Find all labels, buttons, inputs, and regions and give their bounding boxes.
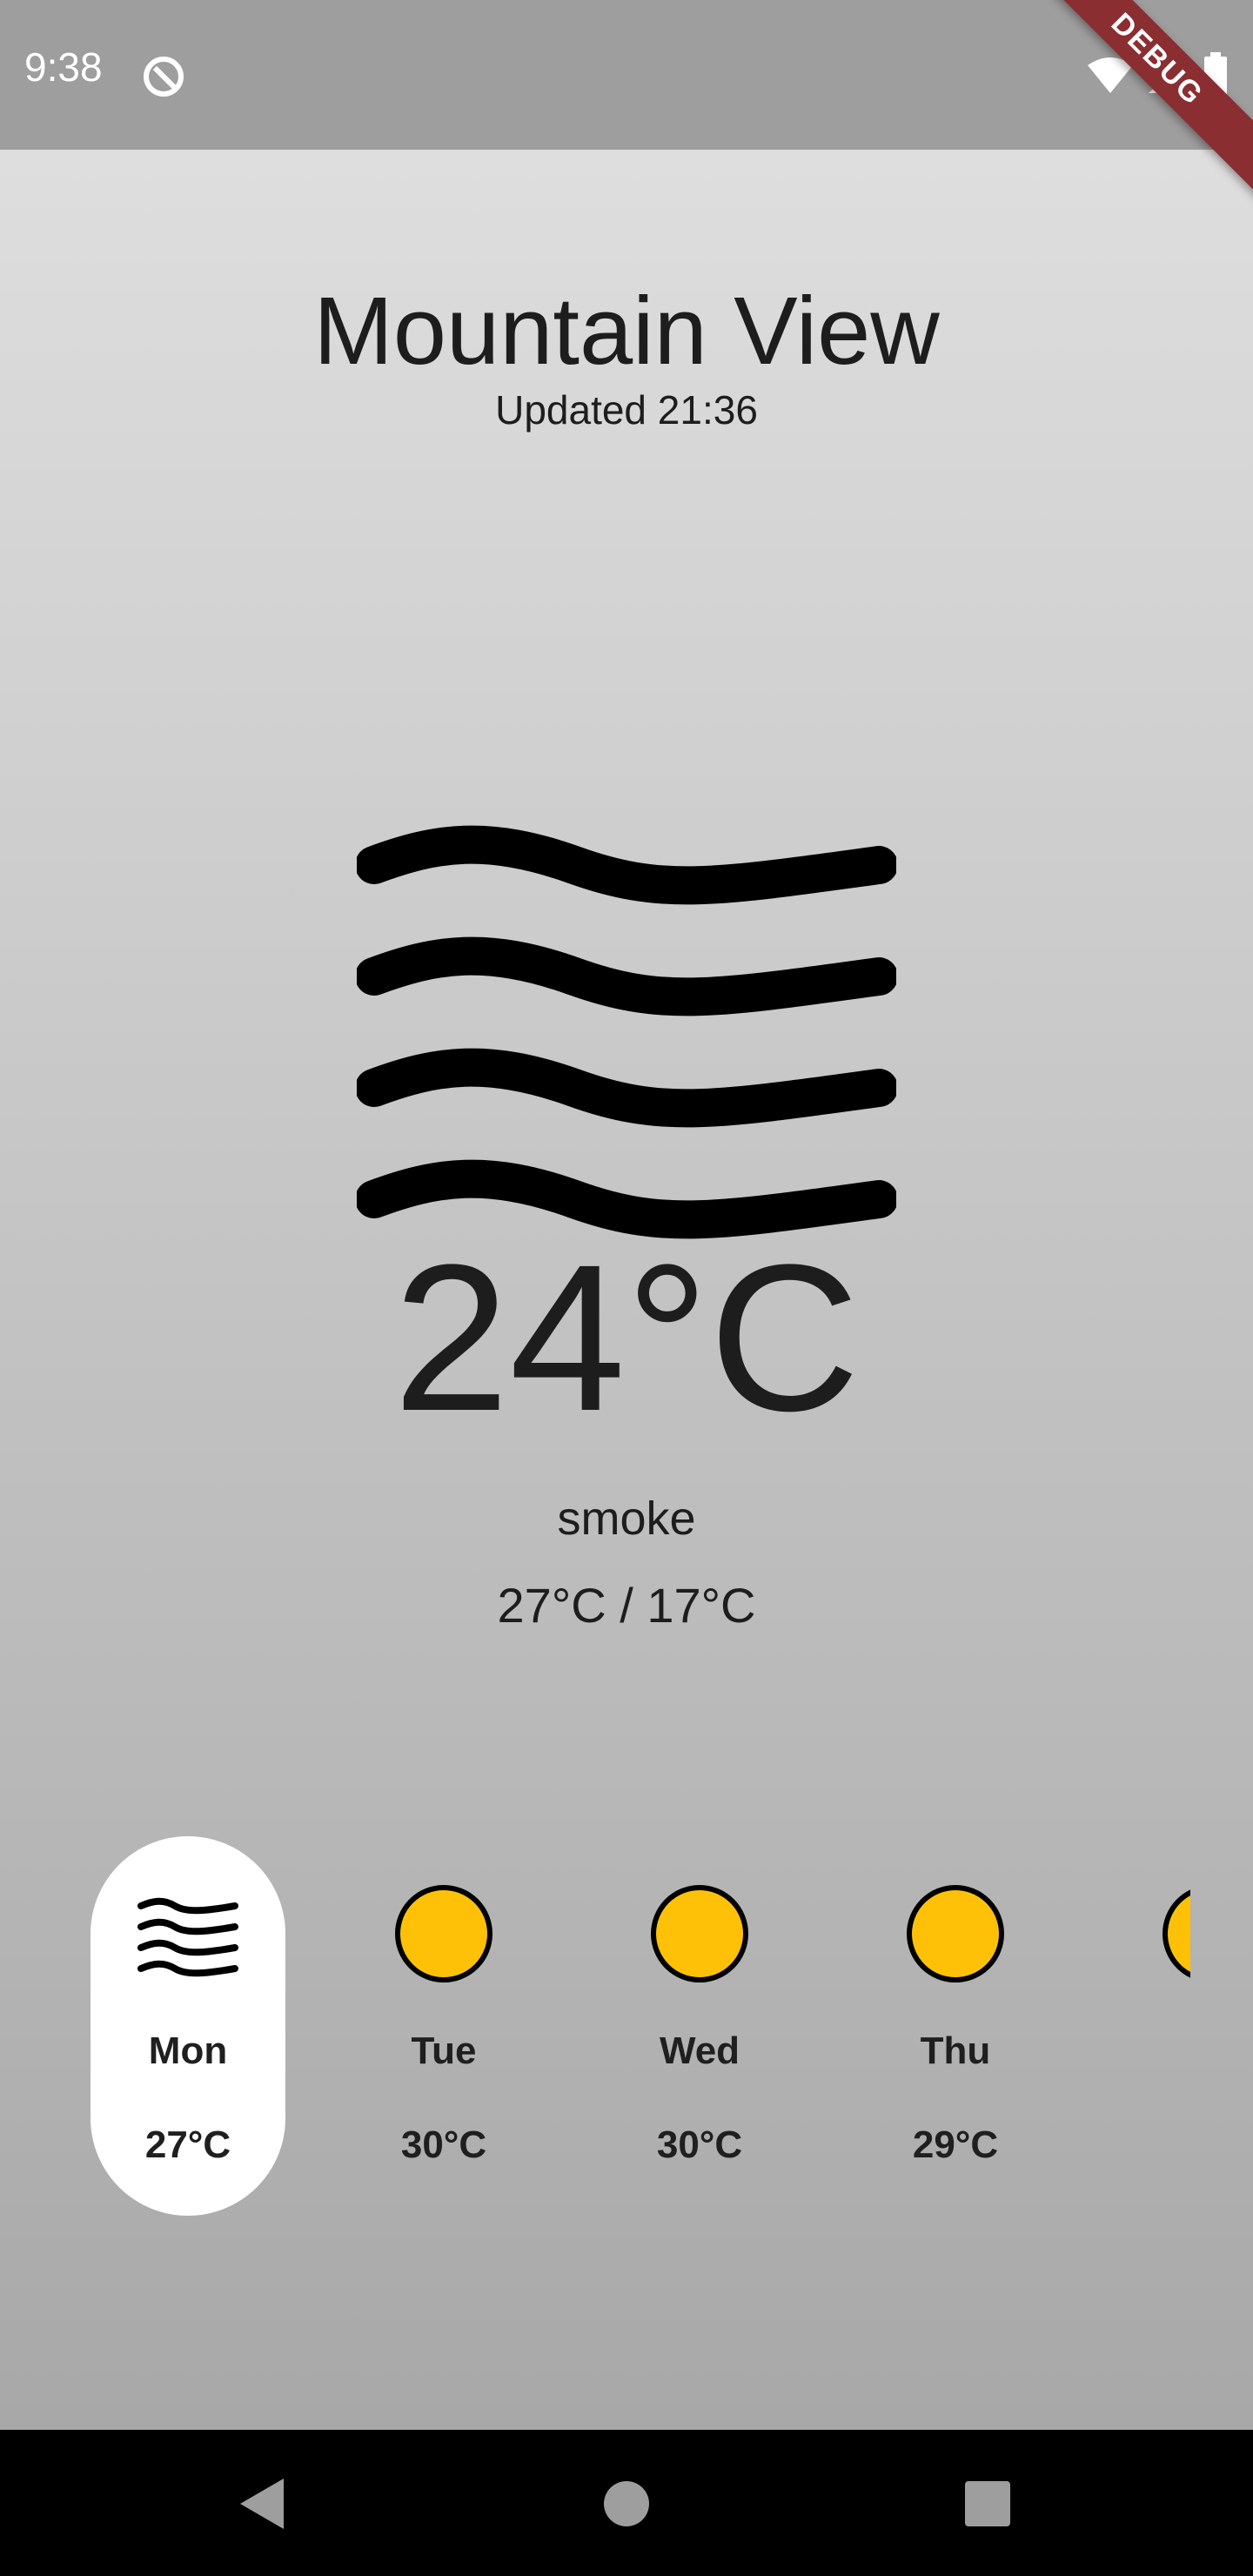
sun-icon <box>651 1885 748 1982</box>
current-temperature: 24°C <box>392 1221 861 1454</box>
forecast-day-mon[interactable]: Mon 27°C <box>90 1836 285 2216</box>
updated-time: Updated 21:36 <box>495 387 758 433</box>
forecast-day-temp: 27°C <box>144 2123 231 2166</box>
forecast-day-label: Thu <box>920 2029 991 2072</box>
forecast-day-label: Wed <box>659 2029 740 2072</box>
city-name: Mountain View <box>313 278 940 385</box>
forecast-day-thu[interactable]: Thu 29°C <box>858 1836 1053 2216</box>
temperature-range: 27°C / 17°C <box>497 1578 756 1633</box>
forecast-day-tue[interactable]: Tue 30°C <box>346 1836 541 2216</box>
forecast-day-temp: 2 <box>1114 2123 1190 2167</box>
home-icon[interactable] <box>596 2473 657 2534</box>
smoke-waves-icon <box>137 1897 238 1977</box>
forecast-day-wed[interactable]: Wed 30°C <box>602 1836 797 2216</box>
forecast-list[interactable]: Mon 27°C Tue 30°C Wed 30°C Thu 29°C <box>90 1836 1190 2219</box>
sun-icon <box>907 1885 1004 1982</box>
status-bar: 9:38 <box>0 0 1253 150</box>
status-time: 9:38 <box>24 44 103 90</box>
recents-icon[interactable] <box>957 2473 1018 2534</box>
forecast-day-temp: 30°C <box>400 2123 487 2166</box>
forecast-day-label: F <box>1114 2029 1190 2073</box>
weather-screen: Mountain View Updated 21:36 24°C smoke 2… <box>0 150 1253 2430</box>
forecast-day-fri[interactable]: F 2 <box>1114 1836 1190 2216</box>
weather-condition: smoke <box>557 1493 696 1545</box>
forecast-day-label: Tue <box>411 2029 477 2072</box>
sun-icon <box>395 1885 492 1982</box>
forecast-day-label: Mon <box>148 2029 228 2072</box>
forecast-day-temp: 29°C <box>912 2123 999 2166</box>
navigation-bar <box>0 2430 1253 2576</box>
app-notification-icon <box>144 57 184 97</box>
back-icon[interactable] <box>233 2473 294 2534</box>
forecast-day-temp: 30°C <box>656 2123 743 2166</box>
smoke-waves-icon <box>357 825 896 1239</box>
sun-icon <box>1163 1889 1190 1978</box>
